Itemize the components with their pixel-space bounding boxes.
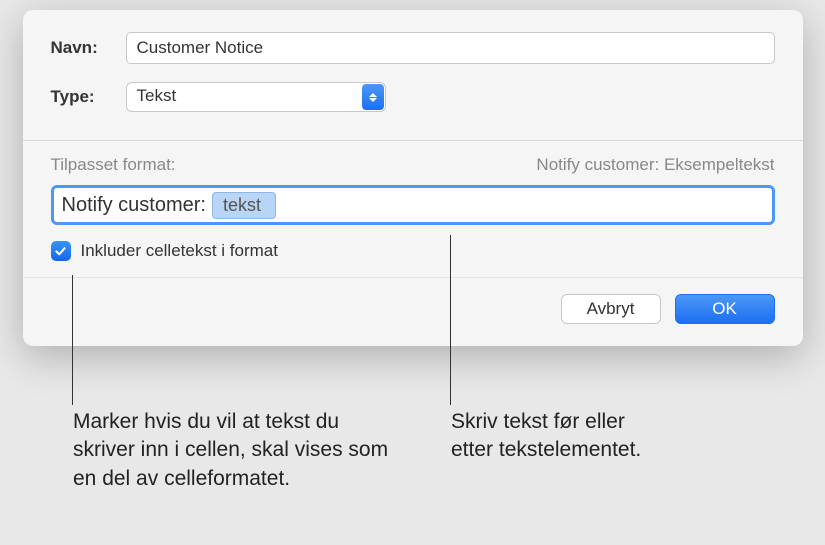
format-input[interactable]: Notify customer: tekst — [51, 185, 775, 225]
name-label: Navn: — [51, 38, 126, 58]
name-row: Navn: — [51, 32, 775, 64]
type-select[interactable]: Tekst — [126, 82, 386, 112]
button-row: Avbryt OK — [23, 277, 803, 346]
type-row: Type: Tekst — [51, 82, 775, 112]
name-input[interactable] — [126, 32, 775, 64]
check-icon — [54, 245, 67, 258]
include-celltext-row: Inkluder celletekst i format — [51, 241, 775, 261]
cancel-button[interactable]: Avbryt — [561, 294, 661, 324]
callout-text-right: Skriv tekst før eller etter tekstelement… — [451, 408, 651, 465]
format-dialog: Navn: Type: Tekst Tilpasset format: Noti… — [23, 10, 803, 346]
format-prefix-text: Notify customer: — [62, 194, 206, 217]
callout-text-left: Marker hvis du vil at tekst du skriver i… — [73, 408, 403, 493]
type-select-wrapper: Tekst — [126, 82, 386, 112]
format-header: Tilpasset format: Notify customer: Eksem… — [51, 155, 775, 175]
include-celltext-checkbox[interactable] — [51, 241, 71, 261]
include-celltext-label: Inkluder celletekst i format — [81, 241, 278, 261]
form-section: Navn: Type: Tekst — [23, 10, 803, 140]
format-token[interactable]: tekst — [212, 192, 276, 219]
format-header-left: Tilpasset format: — [51, 155, 176, 175]
format-section: Tilpasset format: Notify customer: Eksem… — [23, 141, 803, 277]
type-label: Type: — [51, 87, 126, 107]
ok-button[interactable]: OK — [675, 294, 775, 324]
format-header-right: Notify customer: Eksempeltekst — [536, 155, 774, 175]
